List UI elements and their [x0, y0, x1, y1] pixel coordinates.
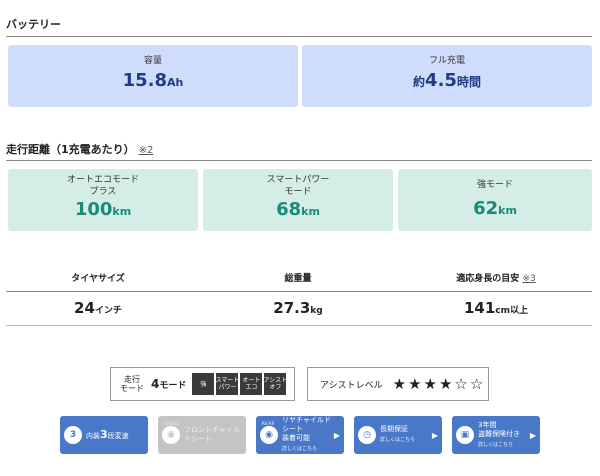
range-card-smart-power: スマートパワー モード 68km [203, 169, 393, 231]
range-section-title: 走行距離（1充電あたり） ※2 [6, 143, 154, 156]
feature-theft-insurance-button[interactable]: ▣ 3年間 盗難保険付き 詳しくはこちら ▶ [452, 416, 540, 454]
charge-card: フル充電 約4.5時間 [302, 45, 592, 107]
battery-section-title: バッテリー [6, 18, 61, 31]
mode-chip-smart-power: スマート パワー [215, 373, 239, 395]
range-card-strong: 強モード 62km [398, 169, 592, 231]
capacity-value: 15.8Ah [122, 70, 184, 91]
feature-front-child-seat: FRONT ◉ フロントチャイルドシート [158, 416, 246, 454]
assist-level-box: アシストレベル ★★★★☆☆ [307, 367, 489, 401]
drive-mode-box: 走行 モード 4モード 強 スマート パワー オート エコ アシスト オフ [110, 367, 295, 401]
mode-chip-auto-eco: オート エコ [240, 373, 263, 395]
spec-header-tire: タイヤサイズ [71, 274, 125, 284]
spec-value-weight: 27.3kg [273, 299, 323, 317]
assist-stars: ★★★★☆☆ [392, 375, 486, 393]
child-seat-icon: ◉ [162, 426, 180, 444]
chevron-right-icon: ▶ [333, 430, 340, 440]
spec-header-weight: 総重量 [284, 274, 312, 284]
assist-label: アシストレベル [320, 380, 383, 391]
capacity-label: 容量 [143, 56, 162, 66]
range-note-link[interactable]: ※2 [139, 145, 154, 156]
charge-value: 約4.5時間 [413, 70, 481, 91]
mode-count: 4モード [151, 377, 187, 391]
charge-label: フル充電 [428, 56, 465, 66]
range-card-auto-eco: オートエコモード プラス 100km [8, 169, 198, 231]
spec-value-tire: 24インチ [74, 299, 122, 317]
divider [6, 325, 592, 326]
divider [6, 160, 592, 161]
mode-chips: 強 スマート パワー オート エコ アシスト オフ [192, 373, 287, 395]
feature-rear-child-seat-button[interactable]: REAR ◉ リヤチャイルドシート 装着可能 詳しくはこちら ▶ [256, 416, 344, 454]
height-note-link[interactable]: ※3 [522, 274, 535, 284]
spec-header-height: 適応身長の目安 ※3 [456, 274, 536, 284]
mode-chip-assist-off: アシスト オフ [264, 373, 287, 395]
clock-icon: ◷ [358, 426, 376, 444]
chevron-right-icon: ▶ [431, 430, 438, 440]
mode-chip-strong: 強 [192, 373, 215, 395]
lock-icon: ▣ [456, 426, 474, 444]
divider [6, 291, 592, 292]
child-seat-icon: ◉ [260, 426, 278, 444]
feature-long-warranty-button[interactable]: ◷ 長期保証 詳しくはこちら ▶ [354, 416, 442, 454]
spec-value-height: 141cm以上 [463, 299, 529, 317]
capacity-card: 容量 15.8Ah [8, 45, 298, 107]
divider [6, 36, 592, 37]
chevron-right-icon: ▶ [529, 430, 536, 440]
number-3-icon: 3 [64, 426, 82, 444]
feature-3-speed-button[interactable]: 3 内装3段変速 [60, 416, 148, 454]
